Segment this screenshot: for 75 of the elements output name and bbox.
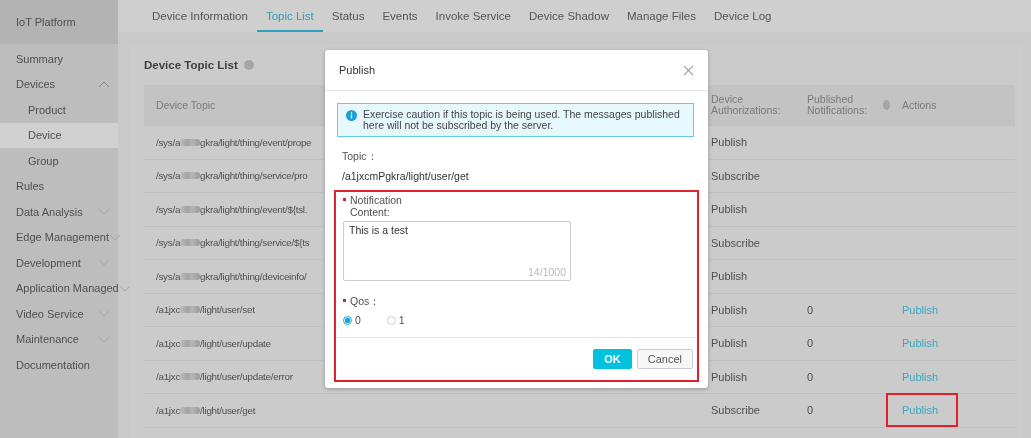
tab[interactable]: Status xyxy=(322,0,374,32)
table-cell: /light/user/update xyxy=(200,337,271,349)
table-cell: /sys/a xyxy=(156,237,181,249)
table-cell: Publish xyxy=(711,370,748,383)
table-cell: /a1jxc xyxy=(156,371,181,383)
alert-text: Exercise caution if this topic is being used. The messages published here will not be subscribed by the server. xyxy=(363,109,681,131)
required-icon xyxy=(343,299,346,302)
table-cell: Subscribe xyxy=(711,404,760,417)
table-cell: 0 xyxy=(807,370,814,383)
table-cell: /light/user/get xyxy=(200,404,256,416)
table-cell: /sys/a xyxy=(156,270,181,282)
help-icon[interactable] xyxy=(243,60,254,70)
radio-option[interactable]: 0 xyxy=(343,314,361,326)
content-textarea[interactable]: This is a test 14/1000 xyxy=(343,221,571,281)
table-cell: Publish xyxy=(711,303,748,316)
dialog-title: Publish xyxy=(339,64,376,76)
sidebar-item[interactable]: Edge Management xyxy=(0,224,118,250)
sidebar-item[interactable]: Maintenance xyxy=(0,326,118,352)
tab[interactable]: Manage Files xyxy=(617,0,705,32)
help-icon[interactable] xyxy=(883,100,890,110)
cancel-button[interactable]: Cancel xyxy=(636,349,693,369)
table-cell: Subscribe xyxy=(711,169,760,182)
sidebar-item[interactable]: Application Managed xyxy=(0,275,118,301)
sidebar-item[interactable]: Product xyxy=(0,97,118,123)
radio-option[interactable]: 1 xyxy=(386,314,405,326)
column-header: Published Notifications: xyxy=(807,94,869,116)
tab[interactable]: Device Information xyxy=(143,0,257,32)
info-icon xyxy=(346,110,357,121)
platform-title: IoT Platform xyxy=(16,16,76,28)
table-cell: Subscribe xyxy=(711,236,760,249)
table-cell: 0 xyxy=(807,303,814,316)
topic-value: /a1jxcmPgkra/light/user/get xyxy=(342,170,469,182)
tab[interactable]: Events xyxy=(373,0,427,32)
sidebar-item[interactable]: Group xyxy=(0,148,118,174)
table-cell: gkra/light/thing/deviceinfo/ xyxy=(200,270,307,282)
table-cell: /sys/a xyxy=(156,203,181,215)
table-cell: /a1jxc xyxy=(156,404,181,416)
tab[interactable]: Device Shadow xyxy=(520,0,618,32)
field-label: Qos： xyxy=(350,295,381,309)
table-cell: /light/user/set xyxy=(200,304,255,316)
table-cell: /sys/a xyxy=(156,170,181,182)
table-cell: Publish xyxy=(711,136,748,149)
field-value: This is a test xyxy=(349,224,408,236)
table-cell: Publish xyxy=(711,203,748,216)
table-cell: gkra/light/thing/event/prope xyxy=(200,136,312,148)
table-cell: gkra/light/thing/service/${ts xyxy=(200,237,310,249)
table-cell: Publish xyxy=(711,337,748,350)
close-icon[interactable] xyxy=(683,64,694,76)
table-cell: /a1jxc xyxy=(156,304,181,316)
char-counter: 14/1000 xyxy=(528,266,566,278)
table-cell: /sys/a xyxy=(156,136,181,148)
required-icon xyxy=(343,198,346,201)
table-cell: /light/user/update/error xyxy=(200,371,293,383)
table-cell: 0 xyxy=(807,404,814,417)
tab[interactable]: Invoke Service xyxy=(426,0,521,32)
table-cell: Publish xyxy=(711,270,748,283)
sidebar-item[interactable]: Video Service xyxy=(0,301,118,327)
sidebar-item[interactable]: Summary xyxy=(0,46,118,72)
section-title: Device Topic List xyxy=(144,59,238,71)
sidebar-item[interactable]: Development xyxy=(0,250,118,276)
sidebar-item[interactable]: Device xyxy=(0,122,118,148)
field-label: Topic： xyxy=(342,150,378,162)
sidebar-item[interactable]: Devices xyxy=(0,71,118,97)
field-label: Notification Content: xyxy=(350,194,403,218)
sidebar-item[interactable]: Data Analysis xyxy=(0,199,118,225)
table-cell: gkra/light/thing/service/pro xyxy=(200,170,308,182)
tab[interactable]: Device Log xyxy=(705,0,781,32)
sidebar-item[interactable]: Documentation xyxy=(0,352,118,378)
sidebar-item[interactable]: Rules xyxy=(0,173,118,199)
column-header: Actions xyxy=(901,99,938,111)
table-cell: /a1jxc xyxy=(156,337,181,349)
table-cell: 0 xyxy=(807,337,814,350)
table-cell: gkra/light/thing/event/${tsl. xyxy=(200,203,308,215)
column-header: Device Authorizations: xyxy=(710,94,782,116)
column-header: Device Topic xyxy=(155,99,217,111)
